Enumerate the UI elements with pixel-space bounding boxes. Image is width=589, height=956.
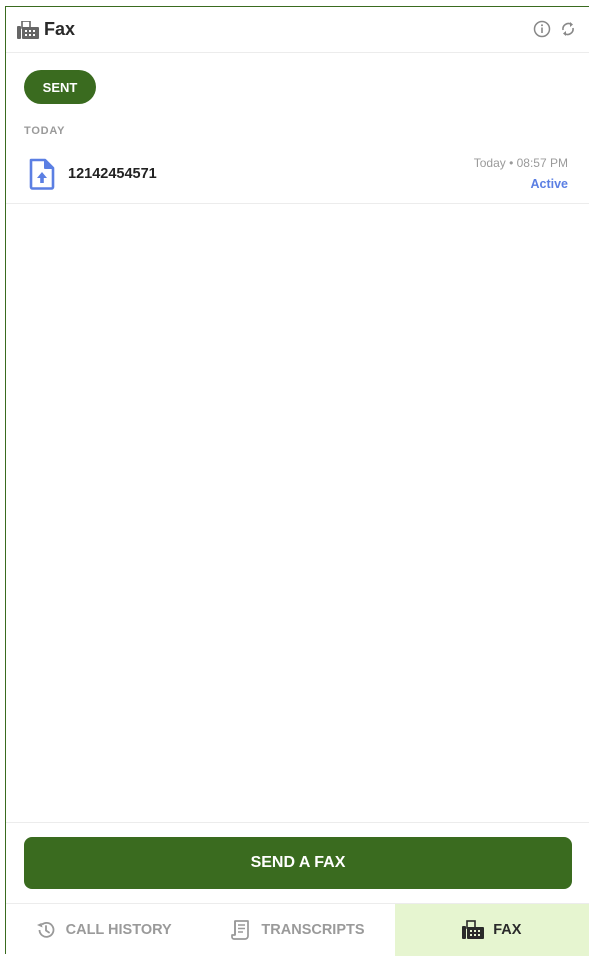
tab-label: TRANSCRIPTS (261, 922, 365, 938)
tab-label: FAX (493, 922, 522, 938)
tab-fax[interactable]: FAX (394, 904, 589, 956)
history-icon (36, 921, 54, 938)
fax-panel: Fax SENT TODAY 12142454571 Today • 08:57… (5, 6, 589, 956)
fax-list-item[interactable]: 12142454571 Today • 08:57 PM Active (6, 147, 589, 204)
fax-status: Active (530, 177, 568, 191)
fax-number: 12142454571 (68, 166, 157, 182)
page-title: Fax (44, 19, 76, 39)
bottom-tab-bar: CALL HISTORY TRANSCRIPTS FAX (6, 903, 589, 956)
panel-header: Fax (6, 7, 589, 53)
upload-document-icon (29, 158, 55, 190)
fax-icon (17, 21, 39, 39)
section-label-today: TODAY (24, 125, 66, 137)
fax-timestamp: Today • 08:57 PM (473, 156, 568, 170)
sent-filter-button[interactable]: SENT (24, 70, 96, 104)
tab-call-history[interactable]: CALL HISTORY (6, 904, 200, 956)
refresh-icon[interactable] (559, 20, 577, 38)
fax-icon (462, 920, 485, 939)
tab-label: CALL HISTORY (65, 922, 172, 938)
transcript-icon (231, 920, 250, 940)
send-fax-button[interactable]: SEND A FAX (24, 837, 572, 889)
tab-transcripts[interactable]: TRANSCRIPTS (200, 904, 394, 956)
footer-action-area: SEND A FAX (6, 822, 589, 903)
info-icon[interactable] (533, 20, 551, 38)
